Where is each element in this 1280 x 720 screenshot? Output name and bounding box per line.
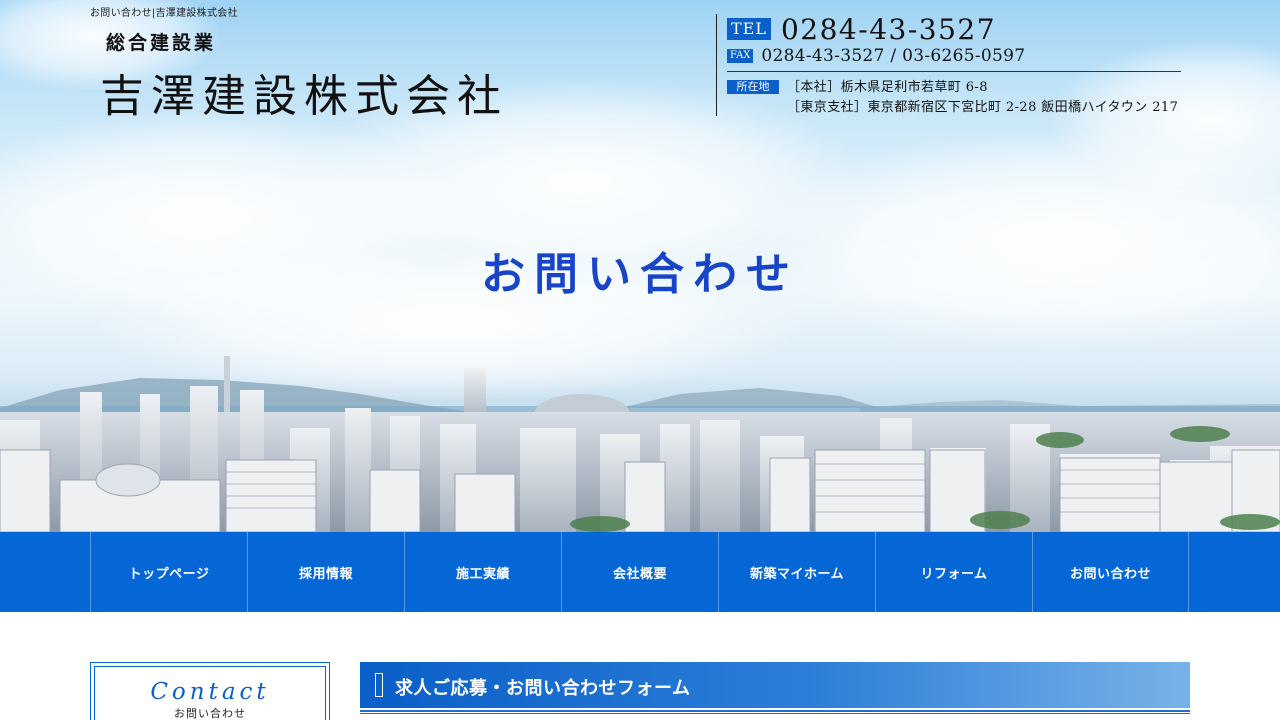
nav-item-new-home[interactable]: 新築マイホーム [718, 532, 875, 612]
heading-bracket-icon [375, 673, 383, 697]
nav-item-works[interactable]: 施工実績 [404, 532, 561, 612]
hero-banner: お問い合わせ|吉澤建設株式会社 総合建設業 吉澤建設株式会社 TEL 0284-… [0, 0, 1280, 532]
nav-item-recruit[interactable]: 採用情報 [247, 532, 404, 612]
company-logo-text[interactable]: 吉澤建設株式会社 [100, 60, 508, 124]
fax-label: FAX [727, 49, 754, 63]
address-lines: ［本社］栃木県足利市若草町 6-8 ［東京支社］東京都新宿区下宮比町 2-28 … [787, 78, 1178, 118]
tel-label: TEL [727, 18, 771, 40]
form-header-underline-thin [360, 713, 1190, 714]
address-main: ［本社］栃木県足利市若草町 6-8 [787, 80, 988, 95]
address-branch: ［東京支社］東京都新宿区下宮比町 2-28 飯田橋ハイタウン 217 [787, 100, 1179, 115]
nav-item-reform[interactable]: リフォーム [875, 532, 1032, 612]
sidebar-title-en: Contact [150, 679, 270, 705]
nav-item-company[interactable]: 会社概要 [561, 532, 718, 612]
form-header-underline [360, 710, 1190, 712]
fax-row: FAX 0284-43-3527 / 03-6265-0597 [727, 46, 1025, 66]
address-row: 所在地 ［本社］栃木県足利市若草町 6-8 ［東京支社］東京都新宿区下宮比町 2… [727, 78, 1178, 118]
page-title: お問い合わせ [481, 249, 799, 300]
nav-list: トップページ 採用情報 施工実績 会社概要 新築マイホーム リフォーム お問い合… [90, 532, 1190, 612]
nav-item-top[interactable]: トップページ [90, 532, 247, 612]
company-tagline: 総合建設業 [106, 32, 217, 54]
fax-number: 0284-43-3527 / 03-6265-0597 [761, 46, 1026, 66]
global-nav: トップページ 採用情報 施工実績 会社概要 新築マイホーム リフォーム お問い合… [0, 532, 1280, 612]
tel-number[interactable]: 0284-43-3527 [781, 13, 996, 46]
form-title: 求人ご応募・お問い合わせフォーム [395, 678, 691, 699]
contact-divider [727, 71, 1181, 72]
form-section-header: 求人ご応募・お問い合わせフォーム [360, 662, 1190, 708]
breadcrumb: お問い合わせ|吉澤建設株式会社 [90, 8, 238, 19]
tel-row: TEL 0284-43-3527 [727, 13, 996, 46]
address-label: 所在地 [727, 80, 779, 94]
city-skyline-image [0, 356, 1280, 532]
sidebar-contact-inner: Contact お問い合わせ [94, 666, 326, 720]
contact-info: TEL 0284-43-3527 FAX 0284-43-3527 / 03-6… [716, 13, 1181, 118]
sidebar-title-ja: お問い合わせ [174, 707, 246, 720]
nav-item-contact[interactable]: お問い合わせ [1032, 532, 1189, 612]
sidebar-contact-box: Contact お問い合わせ [90, 662, 330, 720]
